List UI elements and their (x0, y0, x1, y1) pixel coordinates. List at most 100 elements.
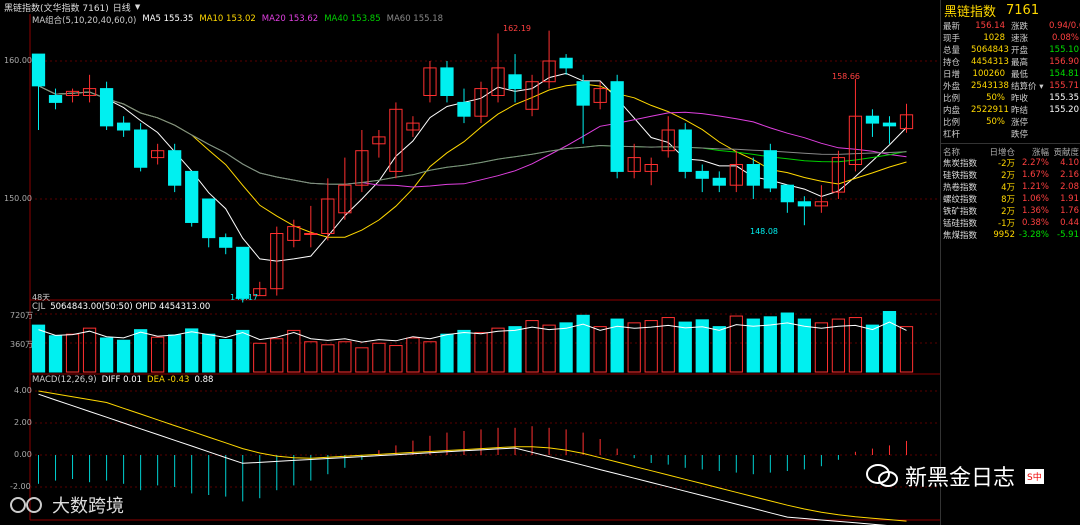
label-high: 162.19 (503, 24, 531, 33)
candle-body (780, 184, 794, 203)
ma-legend: MA组合(5,10,20,40,60,0) MA5 155.35 MA10 15… (32, 14, 443, 26)
volume-bar (151, 336, 165, 373)
table-row[interactable]: 锰硅指数 -1万 0.38% 0.44 (941, 217, 1080, 229)
quote-value: 50% (986, 93, 1005, 103)
volume-bar (712, 326, 726, 373)
component-chg: 1.06% (1021, 194, 1049, 204)
volume-bar (746, 318, 760, 373)
volume-bar (31, 324, 46, 373)
col-inc[interactable]: 日增仓 (985, 146, 1015, 158)
candle-body (31, 53, 46, 87)
component-contrib: 4.10 (1060, 158, 1079, 168)
candle-body (678, 129, 692, 172)
table-row[interactable]: 螺纹指数 8万 1.06% 1.91 (941, 193, 1080, 205)
macd-tick-0: 0.00 (14, 450, 32, 459)
quote-label: 结算价 ▾ (1011, 82, 1044, 92)
label-low: 143.17 (230, 293, 258, 302)
instrument-title[interactable]: 黑链指数(文华指数 7161) (4, 1, 109, 14)
macd-label[interactable]: MACD(12,26,9) (32, 375, 97, 385)
component-contrib: 2.16 (1060, 170, 1079, 180)
ma-group-label[interactable]: MA组合(5,10,20,40,60,0) (32, 14, 136, 26)
candle-body (576, 81, 590, 106)
component-inc: -1万 (998, 219, 1015, 229)
volume-bar (321, 344, 335, 373)
volume-bar (219, 338, 233, 373)
component-contrib: 1.76 (1060, 206, 1079, 216)
quote-rows: 最新 156.14 涨跌 0.94/0.61%现手 1028 速涨 0.08%总… (941, 20, 1080, 140)
candle-body (219, 237, 233, 248)
candle-body (304, 233, 318, 235)
candle-body (133, 129, 148, 168)
logo-icon (10, 497, 42, 513)
macd-value: 0.88 (194, 375, 214, 385)
col-contrib[interactable]: 贡献度 (1049, 146, 1079, 158)
candle-body (559, 57, 573, 69)
volume-bar (168, 334, 182, 373)
quote-value: 155.20 (1049, 105, 1079, 115)
component-inc: 2万 (1001, 207, 1015, 217)
volume-bar (542, 324, 556, 373)
candle-body (168, 150, 182, 186)
quote-value: 155.10 (1049, 45, 1079, 55)
volume-bar (865, 324, 880, 373)
quote-label: 跌停 (1011, 130, 1029, 140)
quote-label: 内盘 (943, 106, 961, 116)
volume-bar (559, 322, 573, 373)
period-selector[interactable]: 日线 (113, 1, 131, 14)
quote-label: 总量 (943, 46, 961, 56)
candle-body (99, 88, 114, 127)
ma40-value: MA40 153.85 (324, 14, 381, 24)
component-name: 铁矿指数 (943, 207, 978, 217)
candle-body (746, 164, 760, 186)
volume-bar (644, 320, 658, 373)
candle-body (882, 122, 897, 127)
dea-value: DEA -0.43 (147, 375, 190, 385)
volume-bar (185, 328, 199, 373)
quote-label: 昨收 (1011, 94, 1029, 104)
price-tick-150: 150.00 (4, 194, 32, 203)
macd-tick-4: 4.00 (14, 386, 32, 395)
quote-label: 涨停 (1011, 118, 1029, 128)
quote-label: 开盘 (1011, 46, 1029, 56)
component-name: 焦炭指数 (943, 159, 978, 169)
volume-bar (457, 329, 471, 373)
quote-value: 50% (986, 117, 1005, 127)
component-inc: 2万 (1001, 171, 1015, 181)
quote-label: 昨结 (1011, 106, 1029, 116)
volume-bar (116, 339, 131, 373)
table-row[interactable]: 铁矿指数 2万 1.36% 1.76 (941, 205, 1080, 217)
vol-tick-top: 720万 (10, 311, 34, 320)
chevron-down-icon[interactable]: ▼ (135, 3, 140, 11)
volume-bar (270, 338, 284, 373)
candle-body (610, 81, 624, 172)
ma60-value: MA60 155.18 (386, 14, 444, 24)
col-chg[interactable]: 涨幅 (1015, 146, 1049, 158)
table-row[interactable]: 焦煤指数 9952 -3.28% -5.91 (941, 229, 1080, 241)
component-name: 热卷指数 (943, 183, 978, 193)
ime-badge[interactable]: S中 (1025, 468, 1044, 484)
candle-body (865, 115, 880, 124)
volume-bar (253, 342, 267, 373)
table-row[interactable]: 硅铁指数 2万 1.67% 2.16 (941, 169, 1080, 181)
quote-name: 黑链指数 (944, 4, 997, 20)
candle-body (695, 170, 709, 179)
wechat-watermark: 新黑金日志 S中 (865, 460, 1044, 492)
volume-bar (406, 337, 420, 373)
chart-canvas (29, 14, 940, 525)
component-name: 锰硅指数 (943, 219, 978, 229)
component-contrib: 0.44 (1060, 218, 1079, 228)
quote-value: 156.14 (975, 21, 1005, 31)
table-row[interactable]: 焦炭指数 -2万 2.27% 4.10 (941, 157, 1080, 169)
col-name[interactable]: 名称 (941, 146, 985, 158)
cjl-label[interactable]: CJL (32, 302, 45, 312)
quote-value: 154.81 (1049, 69, 1079, 79)
candle-body (48, 95, 63, 103)
quote-value: 155.35 (1049, 93, 1079, 103)
candle-body (236, 246, 250, 299)
volume-bar (133, 329, 148, 373)
table-row[interactable]: 热卷指数 4万 1.21% 2.08 (941, 181, 1080, 193)
quote-row: 比例 50% 昨收 155.35 (941, 92, 1080, 104)
quote-row: 最新 156.14 涨跌 0.94/0.61% (941, 20, 1080, 32)
quote-row: 日增 100260 最低 154.81 (941, 68, 1080, 80)
quote-value: 156.90 (1049, 57, 1079, 67)
